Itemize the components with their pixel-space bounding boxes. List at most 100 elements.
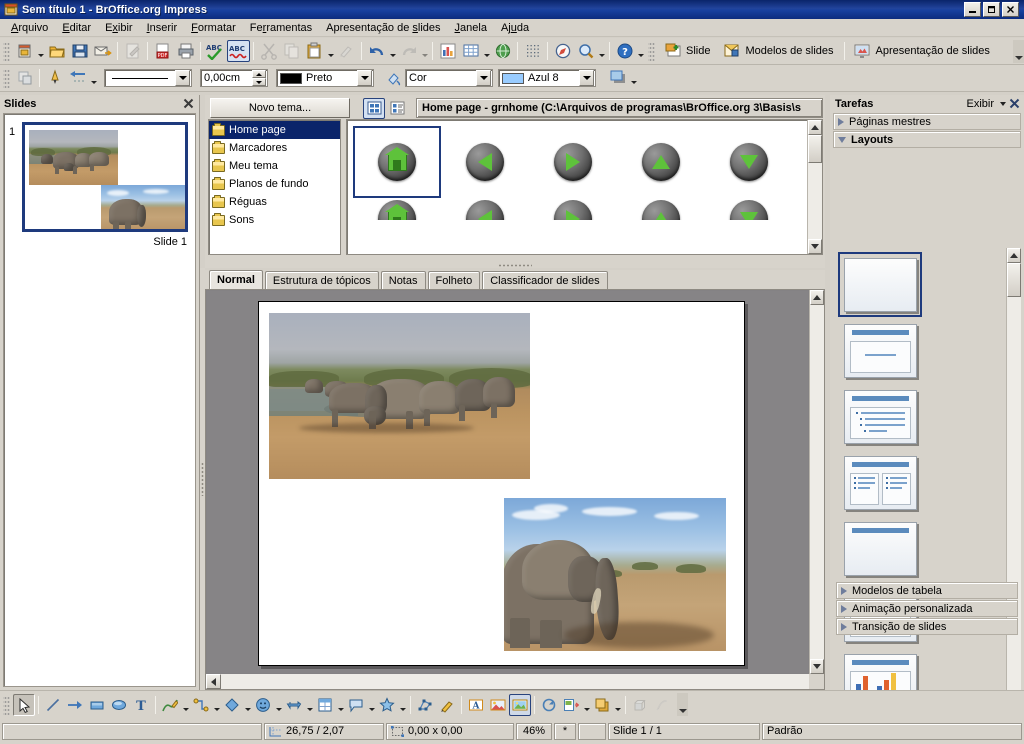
- ellipse-tool-button[interactable]: [108, 694, 130, 716]
- elephant-herd-image[interactable]: [269, 313, 530, 479]
- menu-formatar[interactable]: Formatar: [184, 20, 243, 36]
- paste-button[interactable]: [303, 40, 326, 62]
- zoom-dropdown[interactable]: [597, 40, 606, 62]
- line-width-spin-buttons[interactable]: [252, 70, 266, 86]
- cut-button[interactable]: [257, 40, 280, 62]
- menu-apresentacao-de-slides[interactable]: Apresentação de slides: [319, 20, 447, 36]
- area-fill-dropdown-arrow[interactable]: [579, 70, 594, 86]
- shadow-button[interactable]: [606, 67, 629, 89]
- area-style-select[interactable]: Cor: [405, 69, 493, 87]
- pencil-curve-icon[interactable]: [159, 694, 181, 716]
- rectangle-tool-button[interactable]: [86, 694, 108, 716]
- line-points-icon[interactable]: [13, 67, 36, 89]
- line-width-spinner[interactable]: 0,00cm: [200, 69, 268, 87]
- layout-title-bullets[interactable]: [838, 384, 922, 449]
- gallery-item-right-2[interactable]: [529, 198, 617, 222]
- layouts-scrollbar-thumb[interactable]: [1007, 263, 1021, 297]
- save-button[interactable]: [68, 40, 91, 62]
- gallery-vertical-scrollbar[interactable]: [807, 120, 822, 254]
- toolbar-grip[interactable]: [3, 41, 10, 61]
- edit-scroll-left-button[interactable]: [206, 674, 221, 689]
- menu-exibir[interactable]: Exibir: [98, 20, 140, 36]
- shadow-toggle-icon[interactable]: [651, 694, 673, 716]
- redo-dropdown[interactable]: [420, 40, 429, 62]
- rotate-icon[interactable]: [538, 694, 560, 716]
- chevron-down-icon[interactable]: [997, 97, 1008, 110]
- new-theme-button[interactable]: Novo tema...: [210, 98, 350, 118]
- autospellcheck-button[interactable]: ABC: [227, 40, 250, 62]
- gallery-scroll-down-button[interactable]: [808, 239, 822, 254]
- copy-button[interactable]: [280, 40, 303, 62]
- undo-dropdown[interactable]: [388, 40, 397, 62]
- gallery-item-right[interactable]: [529, 126, 617, 198]
- layout-title-content[interactable]: [838, 318, 922, 383]
- task-section-paginas-mestres[interactable]: Páginas mestres: [833, 113, 1021, 130]
- new-slide-button[interactable]: Slide: [658, 40, 717, 62]
- symbol-shapes-dropdown[interactable]: [274, 694, 283, 716]
- pen-nib-icon[interactable]: [43, 67, 66, 89]
- edit-file-button[interactable]: [121, 40, 144, 62]
- layouts-scroll-up-button[interactable]: [1007, 248, 1021, 263]
- basic-shapes-dropdown[interactable]: [243, 694, 252, 716]
- elephant-solo-image[interactable]: [504, 498, 726, 651]
- edit-scroll-up-button[interactable]: [810, 290, 824, 305]
- menu-editar[interactable]: Editar: [55, 20, 98, 36]
- line-color-dropdown-arrow[interactable]: [357, 70, 372, 86]
- undo-button[interactable]: [365, 40, 388, 62]
- insert-chart-button[interactable]: [436, 40, 459, 62]
- gallery-theme-sons[interactable]: Sons: [209, 211, 340, 229]
- status-zoom[interactable]: 46%: [516, 722, 552, 740]
- toolbar-grip-2[interactable]: [648, 41, 655, 61]
- arrow-style-dropdown[interactable]: [89, 67, 98, 89]
- gallery-scrollbar-thumb[interactable]: [808, 135, 822, 163]
- gallery-scrollbar-track[interactable]: [808, 163, 822, 239]
- help-button[interactable]: ?: [613, 40, 636, 62]
- area-style-icon[interactable]: [382, 67, 405, 89]
- slide-master-button[interactable]: Modelos de slides: [717, 40, 840, 62]
- tab-estrutura-de-topicos[interactable]: Estrutura de tópicos: [264, 271, 379, 289]
- insert-table-dropdown[interactable]: [482, 40, 491, 62]
- layout-title-two-bullets[interactable]: [838, 450, 922, 515]
- send-email-button[interactable]: [91, 40, 114, 62]
- drawing-toolbar-grip[interactable]: [3, 694, 10, 715]
- display-grid-button[interactable]: [521, 40, 544, 62]
- callouts-dropdown[interactable]: [367, 694, 376, 716]
- minimize-button[interactable]: [964, 2, 981, 17]
- area-fill-select[interactable]: Azul 8: [498, 69, 596, 87]
- edit-horizontal-scrollbar[interactable]: [206, 674, 824, 689]
- callout-bubble-icon[interactable]: [345, 694, 367, 716]
- slides-list[interactable]: 1 Slide 1: [3, 113, 196, 687]
- menu-ferramentas[interactable]: Ferramentas: [243, 20, 319, 36]
- gallery-theme-home-page[interactable]: Home page: [209, 121, 340, 139]
- drawing-toolbar-overflow[interactable]: [677, 693, 688, 716]
- task-section-animacao-personalizada[interactable]: Animação personalizada: [836, 600, 1018, 617]
- task-section-modelos-de-tabela[interactable]: Modelos de tabela: [836, 582, 1018, 599]
- gallery-scroll-up-button[interactable]: [808, 120, 822, 135]
- arrange-dropdown[interactable]: [613, 694, 622, 716]
- slide-page[interactable]: [258, 301, 745, 666]
- new-document-dropdown[interactable]: [36, 40, 45, 62]
- flowchart-dropdown[interactable]: [336, 694, 345, 716]
- clone-formatting-button[interactable]: [335, 40, 358, 62]
- text-tool-button[interactable]: T: [130, 694, 152, 716]
- gallery-theme-marcadores[interactable]: Marcadores: [209, 139, 340, 157]
- line-style-select[interactable]: [104, 69, 192, 87]
- gallery-theme-reguas[interactable]: Réguas: [209, 193, 340, 211]
- edit-vscrollbar-track[interactable]: [810, 305, 824, 659]
- edit-points-icon[interactable]: [414, 694, 436, 716]
- standard-toolbar-overflow[interactable]: [1013, 39, 1024, 63]
- maximize-button[interactable]: [983, 2, 1000, 17]
- line-toolbar-grip[interactable]: [3, 68, 10, 88]
- close-button[interactable]: [1002, 2, 1019, 17]
- print-button[interactable]: [174, 40, 197, 62]
- menu-arquivo[interactable]: Arquivo: [4, 20, 55, 36]
- align-dropdown[interactable]: [582, 694, 591, 716]
- menu-janela[interactable]: Janela: [448, 20, 494, 36]
- slide-thumbnail-1[interactable]: [22, 122, 188, 232]
- gallery-edit-splitter[interactable]: [205, 262, 825, 268]
- line-tool-button[interactable]: [42, 694, 64, 716]
- tab-normal[interactable]: Normal: [209, 270, 263, 289]
- slide-canvas[interactable]: [207, 291, 808, 673]
- gallery-theme-meu-tema[interactable]: Meu tema: [209, 157, 340, 175]
- star-icon[interactable]: [376, 694, 398, 716]
